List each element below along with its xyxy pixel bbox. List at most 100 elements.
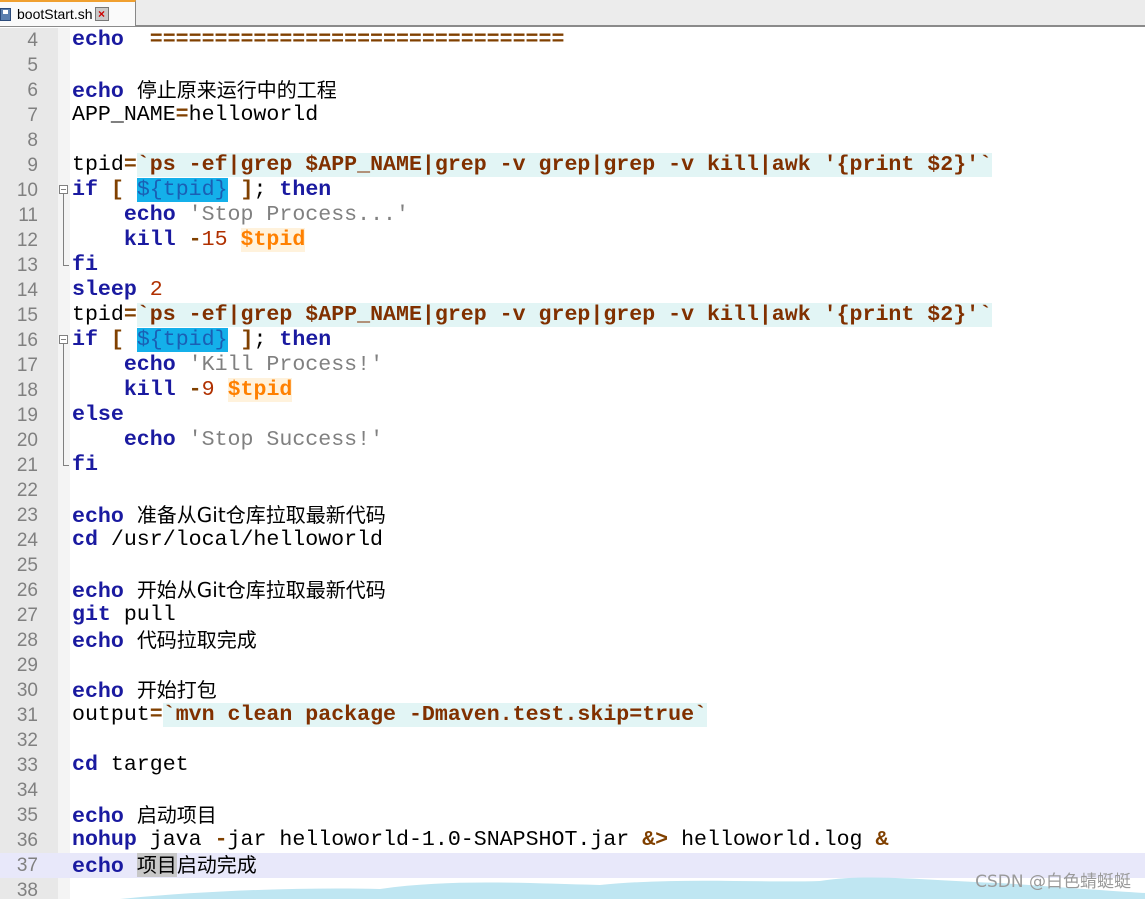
code-text: echo 'Stop Process...' bbox=[72, 203, 409, 228]
code-line[interactable]: 33 cd target bbox=[0, 753, 1145, 778]
code-line[interactable]: 17 echo 'Kill Process!' bbox=[0, 353, 1145, 378]
code-line[interactable]: 31 output=`mvn clean package -Dmaven.test… bbox=[0, 703, 1145, 728]
code-line[interactable]: 22 bbox=[0, 478, 1145, 503]
code-line[interactable]: 24 cd /usr/local/helloworld bbox=[0, 528, 1145, 553]
code-token: pull bbox=[110, 603, 176, 627]
code-token: echo bbox=[72, 630, 124, 654]
code-token: tpid bbox=[72, 153, 124, 177]
line-number: 6 bbox=[27, 80, 38, 101]
code-token: 停止原来运行中的工程 bbox=[136, 78, 337, 102]
line-number: 19 bbox=[16, 405, 38, 426]
code-token: - bbox=[188, 378, 202, 402]
code-token: ${tpid} bbox=[136, 328, 228, 352]
line-number: 35 bbox=[16, 805, 38, 826]
code-token: [ bbox=[110, 328, 124, 352]
code-text: if [ ${tpid} ]; then bbox=[72, 328, 331, 353]
code-line[interactable]: 20 echo 'Stop Success!' bbox=[0, 428, 1145, 453]
code-line[interactable]: 35 echo 启动项目 bbox=[0, 803, 1145, 829]
code-token: 15 bbox=[201, 228, 228, 252]
code-text: fi bbox=[72, 253, 98, 278]
fold-toggle-icon[interactable] bbox=[58, 328, 70, 353]
code-line[interactable]: 12 kill -15 $tpid bbox=[0, 228, 1145, 253]
code-text: echo 代码拉取完成 bbox=[72, 628, 257, 655]
line-number: 7 bbox=[27, 105, 38, 126]
code-token: `ps -ef|grep $APP_NAME|grep -v grep|grep… bbox=[136, 153, 993, 177]
code-line[interactable]: 15 tpid=`ps -ef|grep $APP_NAME|grep -v gr… bbox=[0, 303, 1145, 328]
save-icon bbox=[0, 7, 11, 21]
code-line[interactable]: 4 echo ================================ bbox=[0, 28, 1145, 53]
code-line[interactable]: 36 nohup java -jar helloworld-1.0-SNAPSHO… bbox=[0, 828, 1145, 853]
code-line[interactable]: 14 sleep 2 bbox=[0, 278, 1145, 303]
line-number: 21 bbox=[16, 455, 38, 476]
line-number: 24 bbox=[16, 530, 38, 551]
code-line[interactable]: 10 if [ ${tpid} ]; then bbox=[0, 178, 1145, 203]
code-text: output=`mvn clean package -Dmaven.test.s… bbox=[72, 703, 707, 728]
code-line[interactable]: 11 echo 'Stop Process...' bbox=[0, 203, 1145, 228]
code-token: & bbox=[875, 828, 889, 852]
code-token: 'Kill Process!' bbox=[188, 353, 384, 377]
code-line[interactable]: 29 bbox=[0, 653, 1145, 678]
code-token: fi bbox=[72, 453, 98, 477]
code-token: target bbox=[97, 753, 189, 777]
code-text: echo 'Kill Process!' bbox=[72, 353, 383, 378]
code-line[interactable]: 19 else bbox=[0, 403, 1145, 428]
code-editor[interactable]: 4 echo ================================ 5 6… bbox=[0, 28, 1145, 901]
code-line[interactable]: 8 bbox=[0, 128, 1145, 153]
code-line[interactable]: 23 echo 准备从Git仓库拉取最新代码 bbox=[0, 503, 1145, 530]
tab-bootstart-sh[interactable]: bootStart.sh × bbox=[0, 0, 136, 26]
line-number: 31 bbox=[16, 705, 38, 726]
code-line[interactable]: 30 echo 开始打包 bbox=[0, 678, 1145, 704]
code-text: echo 准备从Git仓库拉取最新代码 bbox=[72, 503, 386, 530]
code-token: git bbox=[72, 603, 111, 627]
code-token: if bbox=[72, 178, 98, 202]
code-line[interactable]: 13 fi bbox=[0, 253, 1145, 278]
code-line[interactable]: 16 if [ ${tpid} ]; then bbox=[0, 328, 1145, 353]
line-number: 34 bbox=[16, 780, 38, 801]
code-token: sleep bbox=[72, 278, 137, 302]
code-line[interactable]: 7 APP_NAME=helloworld bbox=[0, 103, 1145, 128]
code-token: cd bbox=[72, 753, 98, 777]
code-line[interactable]: 28 echo 代码拉取完成 bbox=[0, 628, 1145, 655]
code-token: /usr/local/helloworld bbox=[97, 528, 384, 552]
code-line[interactable]: 6 echo 停止原来运行中的工程 bbox=[0, 78, 1145, 104]
code-line[interactable]: 25 bbox=[0, 553, 1145, 578]
code-token: ================================ bbox=[149, 28, 565, 52]
close-icon[interactable]: × bbox=[94, 7, 109, 21]
line-number: 27 bbox=[16, 605, 38, 626]
code-token: 启动项目 bbox=[136, 803, 217, 827]
code-token: nohup bbox=[72, 828, 137, 852]
code-line[interactable]: 32 bbox=[0, 728, 1145, 753]
fold-line-icon bbox=[58, 203, 70, 228]
code-text: kill -9 $tpid bbox=[72, 378, 293, 403]
fold-toggle-icon[interactable] bbox=[58, 178, 70, 203]
line-number: 22 bbox=[16, 480, 38, 501]
code-line[interactable]: 5 bbox=[0, 53, 1145, 78]
line-number: 20 bbox=[16, 430, 38, 451]
code-text: tpid=`ps -ef|grep $APP_NAME|grep -v grep… bbox=[72, 153, 993, 178]
code-token: else bbox=[72, 403, 124, 427]
code-line[interactable]: 34 bbox=[0, 778, 1145, 803]
code-line[interactable]: 27 git pull bbox=[0, 603, 1145, 628]
code-token: 2 bbox=[149, 278, 163, 302]
code-text: if [ ${tpid} ]; then bbox=[72, 178, 331, 203]
line-number: 23 bbox=[16, 505, 38, 526]
code-line[interactable]: 26 echo 开始从Git仓库拉取最新代码 bbox=[0, 578, 1145, 604]
code-token: - bbox=[188, 228, 202, 252]
line-number: 26 bbox=[16, 580, 38, 601]
code-token: = bbox=[149, 703, 163, 727]
fold-line-icon bbox=[58, 403, 70, 428]
code-token: = bbox=[123, 303, 137, 327]
code-line[interactable]: 9 tpid=`ps -ef|grep $APP_NAME|grep -v gre… bbox=[0, 153, 1145, 178]
code-line[interactable]: 18 kill -9 $tpid bbox=[0, 378, 1145, 403]
code-line[interactable]: 21 fi bbox=[0, 453, 1145, 478]
